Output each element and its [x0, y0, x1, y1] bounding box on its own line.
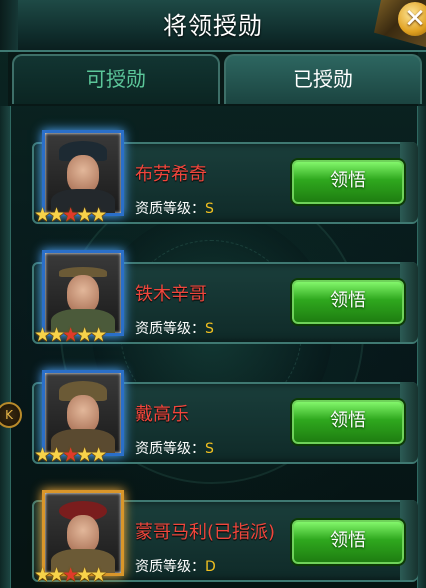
- title-bar: 将领授勋: [0, 0, 426, 52]
- star-rating: ★★★★★: [34, 324, 107, 346]
- side-frame-right: [417, 106, 426, 588]
- general-name: 戴高乐: [135, 404, 189, 425]
- close-icon: ✕: [398, 2, 426, 36]
- tab-available[interactable]: 可授勋: [12, 54, 220, 104]
- comprehend-button[interactable]: 领悟: [290, 278, 406, 326]
- side-frame-left: [0, 106, 11, 588]
- general-rank: 资质等级：D: [135, 559, 216, 575]
- general-portrait[interactable]: ★★★★★: [34, 486, 124, 586]
- star-rating: ★★★★★: [34, 564, 107, 586]
- tab-awarded[interactable]: 已授勋: [224, 54, 422, 104]
- general-rank: 资质等级：S: [135, 321, 214, 337]
- general-portrait[interactable]: ★★★★★: [34, 246, 124, 346]
- general-rank: 资质等级：S: [135, 201, 214, 217]
- comprehend-button[interactable]: 领悟: [290, 158, 406, 206]
- general-rank: 资质等级：S: [135, 441, 214, 457]
- star-rating: ★★★★★: [34, 444, 107, 466]
- comprehend-button[interactable]: 领悟: [290, 398, 406, 446]
- general-portrait[interactable]: ★★★★★: [34, 366, 124, 466]
- page-title: 将领授勋: [163, 12, 263, 40]
- general-portrait[interactable]: ★★★★★: [34, 126, 124, 226]
- general-name: 布劳希奇: [135, 164, 207, 185]
- comprehend-button[interactable]: 领悟: [290, 518, 406, 566]
- star-rating: ★★★★★: [34, 204, 107, 226]
- tab-bar: 可授勋 已授勋: [8, 52, 422, 106]
- general-name: 铁木辛哥: [135, 284, 207, 305]
- general-name: 蒙哥马利(已指派): [135, 522, 276, 543]
